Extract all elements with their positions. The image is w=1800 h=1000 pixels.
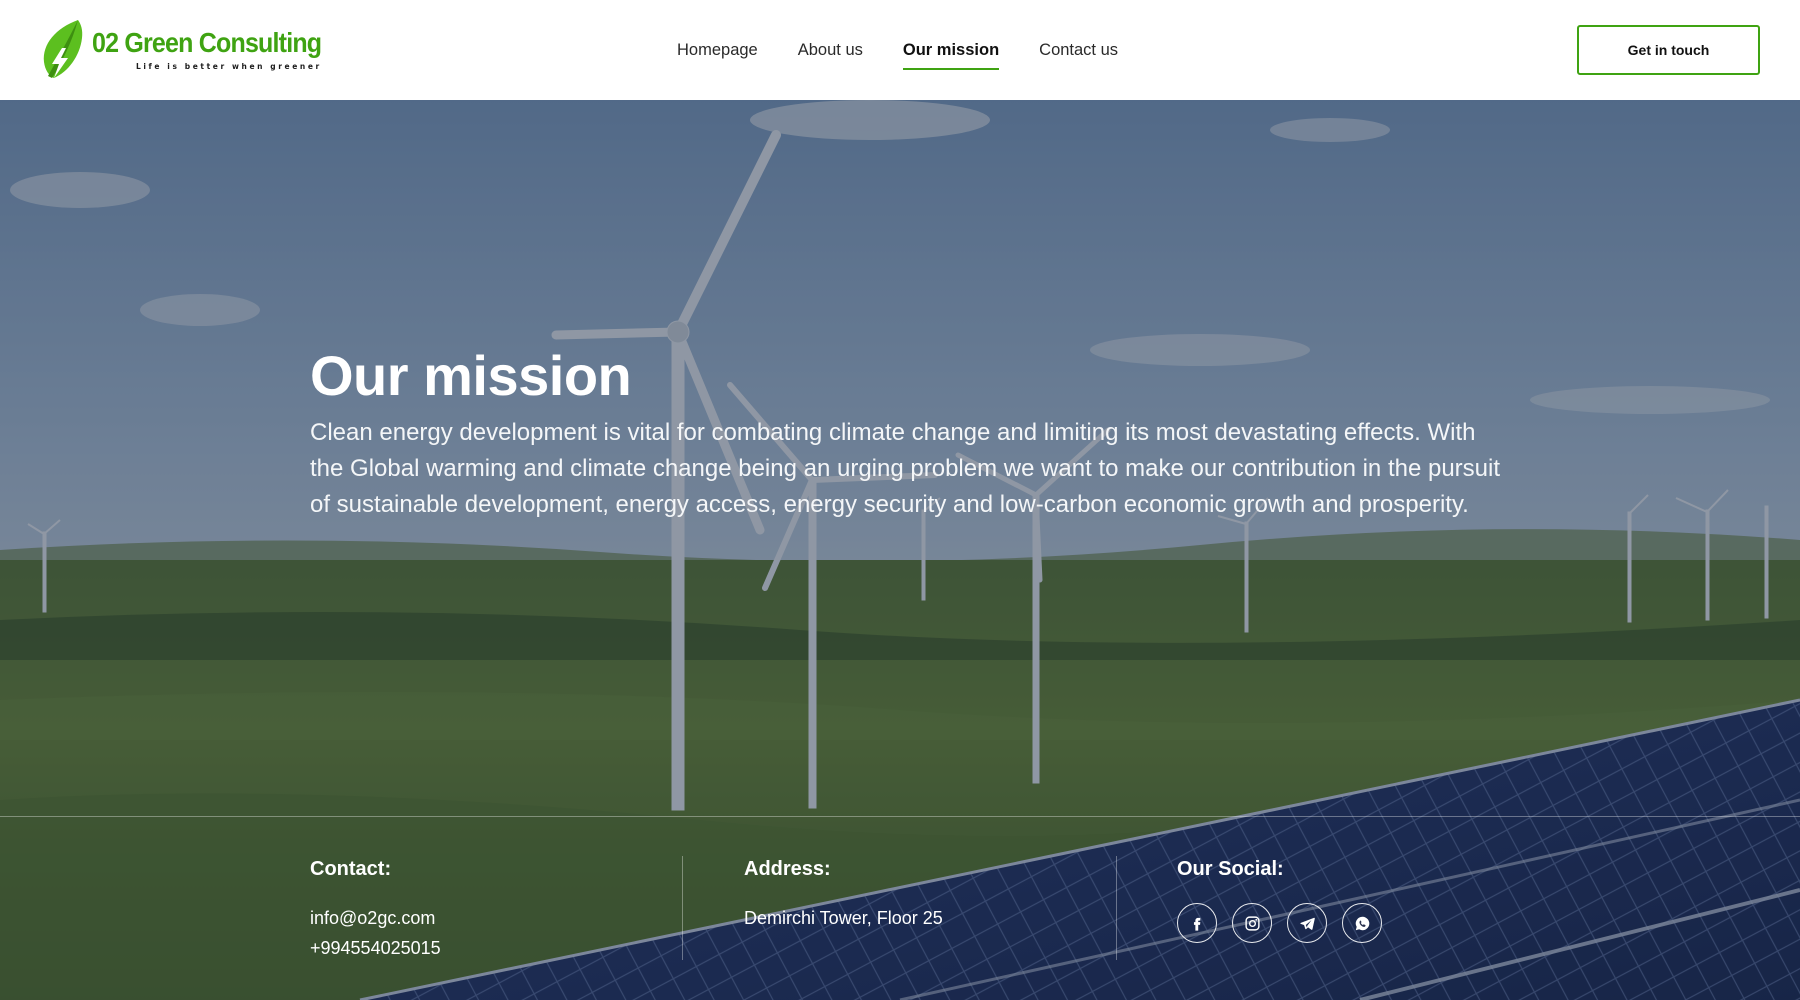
social-column: Our Social: [1177,858,1397,943]
nav-item-our-mission[interactable]: Our mission [902,31,1000,70]
social-heading: Our Social: [1177,858,1284,880]
brand-name: 02 Green Consulting [92,27,322,59]
footer-column-separator [1116,856,1117,960]
brand-logo[interactable]: 02 Green Consulting Life is better when … [38,18,322,82]
footer-column-separator [682,856,683,960]
social-links [1177,903,1397,943]
mission-content: Our mission Clean energy development is … [310,345,1500,523]
contact-column: Contact: info@o2gc.com +994554025015 [310,858,441,963]
site-header: 02 Green Consulting Life is better when … [0,0,1800,100]
contact-phone-link[interactable]: +994554025015 [310,933,441,963]
instagram-icon [1244,915,1260,931]
address-heading: Address: [744,858,831,880]
leaf-bolt-icon [43,20,83,78]
contact-email-link[interactable]: info@o2gc.com [310,903,441,933]
whatsapp-icon [1355,916,1369,930]
telegram-icon [1299,917,1315,930]
mission-description: Clean energy development is vital for co… [310,418,1501,518]
hero-section: Our mission Clean energy development is … [0,100,1800,1000]
telegram-button[interactable] [1287,903,1327,943]
page-title: Our mission [310,344,632,407]
nav-item-homepage[interactable]: Homepage [677,31,758,70]
address-line: Demirchi Tower, Floor 25 [744,908,943,928]
contact-heading: Contact: [310,858,392,880]
instagram-button[interactable] [1232,903,1272,943]
nav-item-about-us[interactable]: About us [798,31,863,70]
brand-tagline: Life is better when greener [136,62,322,71]
facebook-icon [1193,917,1200,931]
get-in-touch-button[interactable]: Get in touch [1577,25,1760,75]
address-column: Address: Demirchi Tower, Floor 25 [744,858,943,933]
whatsapp-button[interactable] [1342,903,1382,943]
brand-text: 02 Green Consulting Life is better when … [92,27,322,71]
footer-info: Contact: info@o2gc.com +994554025015 Add… [0,816,1800,1000]
main-nav: Homepage About us Our mission Contact us [677,0,1158,100]
facebook-button[interactable] [1177,903,1217,943]
nav-item-contact-us[interactable]: Contact us [1039,31,1118,70]
